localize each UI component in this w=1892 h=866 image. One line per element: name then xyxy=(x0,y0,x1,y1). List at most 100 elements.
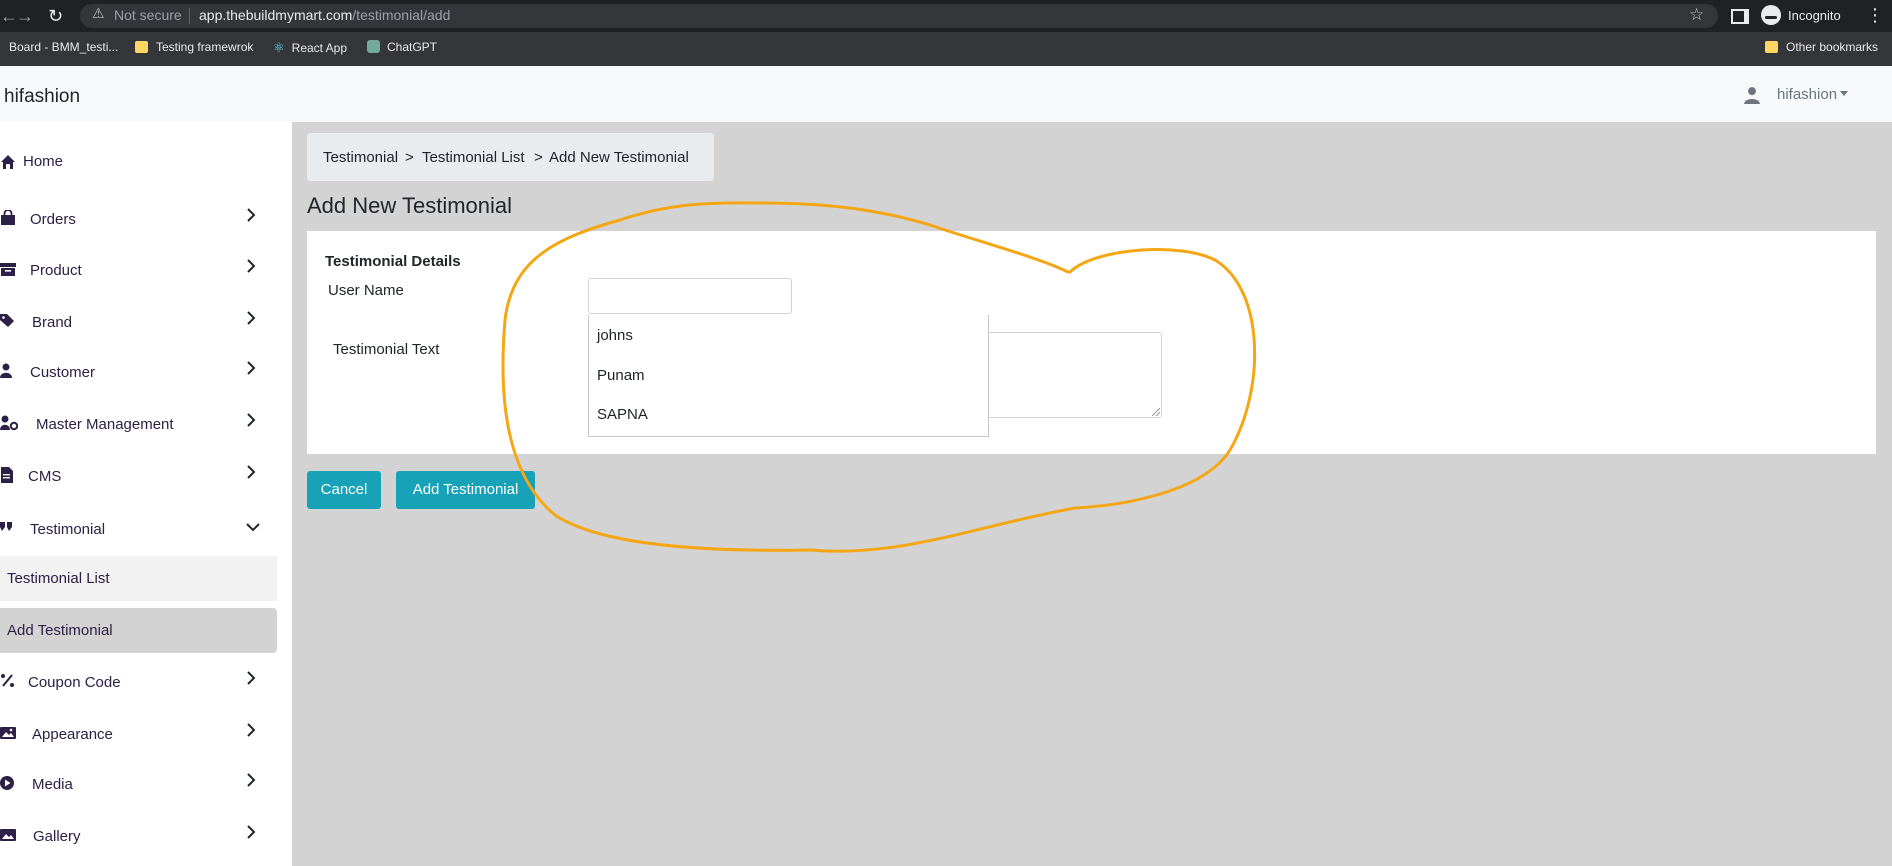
profile-label[interactable]: Incognito xyxy=(1788,8,1841,23)
sidebar-item-label: Product xyxy=(30,262,82,279)
bookmark-label: React App xyxy=(291,41,348,55)
bookmark-label: ChatGPT xyxy=(387,40,438,54)
browser-menu-icon[interactable]: ⋮ xyxy=(1866,5,1884,26)
bookmark-testing[interactable]: Testing framewrok xyxy=(135,40,253,54)
chevron-right-icon xyxy=(247,465,256,479)
sidebar-item-label: CMS xyxy=(28,468,62,485)
user-menu[interactable]: hifashion xyxy=(1777,86,1849,103)
address-divider xyxy=(189,8,190,24)
suggestion-item[interactable]: Punam xyxy=(597,367,645,384)
chevron-right-icon xyxy=(247,723,256,737)
user-name-label: User Name xyxy=(328,282,404,299)
sidebar-subitem-label: Add Testimonial xyxy=(7,622,113,639)
other-bookmarks[interactable]: Other bookmarks xyxy=(1765,40,1878,54)
sidebar-item-label: Media xyxy=(32,776,73,793)
card-title: Testimonial Details xyxy=(325,253,461,270)
home-icon xyxy=(1,155,15,169)
sidebar-item-media[interactable]: Media xyxy=(0,763,277,809)
bookmark-react-app[interactable]: ⚛ React App xyxy=(273,40,347,56)
sidebar-item-coupon-code[interactable]: Coupon Code xyxy=(0,661,277,707)
folder-icon xyxy=(135,41,148,53)
sidebar-item-label: Customer xyxy=(30,364,96,381)
sidebar-item-customer[interactable]: Customer xyxy=(0,351,277,397)
sidebar-subitem-testimonial-list[interactable]: Testimonial List xyxy=(0,556,277,601)
chevron-right-icon xyxy=(247,311,256,325)
url-text[interactable]: app.thebuildmymart.com/testimonial/add xyxy=(199,7,450,23)
star-icon[interactable]: ☆ xyxy=(1689,5,1704,25)
sidebar-item-brand[interactable]: Brand xyxy=(0,301,277,347)
chevron-right-icon xyxy=(247,259,256,273)
page-title: Add New Testimonial xyxy=(307,193,513,218)
caret-down-icon xyxy=(1840,91,1849,96)
warning-icon: ⚠ xyxy=(92,5,105,21)
sidebar-item-label: Master Management xyxy=(36,416,174,433)
user-cog-icon xyxy=(0,415,18,431)
sidebar-item-label: Orders xyxy=(30,211,76,228)
sidebar-item-label: Testimonial xyxy=(30,521,106,538)
sidebar-item-label: Brand xyxy=(32,314,73,331)
sidebar-item-label: Home xyxy=(23,153,64,170)
user-name: hifashion xyxy=(1777,86,1838,103)
security-label: Not secure xyxy=(114,7,182,23)
shopping-bag-icon xyxy=(1,210,15,225)
image-icon xyxy=(0,727,16,739)
suggestion-item[interactable]: johns xyxy=(597,327,633,344)
user-icon xyxy=(0,363,12,378)
sidebar-item-product[interactable]: Product xyxy=(0,249,277,295)
chevron-down-icon xyxy=(246,523,260,532)
suggestion-item[interactable]: SAPNA xyxy=(597,406,648,423)
bookmark-label: Board - BMM_testi... xyxy=(9,40,119,54)
breadcrumb-item-testimonial[interactable]: Testimonial xyxy=(323,149,398,166)
folder-icon xyxy=(1765,41,1778,53)
sidebar-item-gallery[interactable]: Gallery xyxy=(0,815,277,861)
chevron-right-icon xyxy=(247,208,256,222)
reload-icon[interactable]: ↻ xyxy=(48,6,63,27)
sidebar-item-master-management[interactable]: Master Management xyxy=(0,403,277,449)
images-icon xyxy=(0,829,16,841)
breadcrumb: Testimonial > Testimonial List > Add New… xyxy=(307,133,714,181)
breadcrumb-separator: > xyxy=(534,149,543,166)
sidebar-item-appearance[interactable]: Appearance xyxy=(0,713,277,759)
sidebar-subitem-add-testimonial[interactable]: Add Testimonial xyxy=(0,608,277,653)
url-host: app.thebuildmymart.com xyxy=(199,7,353,23)
add-testimonial-button[interactable]: Add Testimonial xyxy=(396,471,535,509)
chevron-right-icon xyxy=(247,413,256,427)
play-circle-icon xyxy=(0,776,14,790)
percent-icon xyxy=(1,674,14,687)
testimonial-text-input[interactable] xyxy=(965,332,1162,418)
chevron-right-icon xyxy=(247,671,256,685)
brand-name[interactable]: hifashion xyxy=(4,86,80,108)
breadcrumb-item-current: Add New Testimonial xyxy=(549,149,689,166)
chevron-right-icon xyxy=(247,773,256,787)
breadcrumb-item-testimonial-list[interactable]: Testimonial List xyxy=(422,149,525,166)
chevron-right-icon xyxy=(247,361,256,375)
bookmark-board[interactable]: Board - BMM_testi... xyxy=(9,40,118,54)
breadcrumb-separator: > xyxy=(405,149,414,166)
sidebar-item-orders[interactable]: Orders xyxy=(0,198,277,244)
sidebar-item-cms[interactable]: CMS xyxy=(0,455,277,501)
resize-handle-icon[interactable] xyxy=(1152,408,1160,416)
cancel-button[interactable]: Cancel xyxy=(307,471,381,509)
chevron-right-icon xyxy=(247,825,256,839)
chatgpt-icon xyxy=(367,40,380,53)
sidebar-item-home[interactable]: Home xyxy=(0,122,277,170)
file-icon xyxy=(1,467,13,483)
forward-icon[interactable]: → xyxy=(16,6,34,27)
incognito-icon xyxy=(1761,5,1781,25)
tags-icon xyxy=(0,314,14,327)
user-name-input[interactable] xyxy=(588,278,792,314)
sidebar: Home Orders Product Brand Customer Maste… xyxy=(0,122,292,866)
sidebar-item-testimonial[interactable]: Testimonial xyxy=(0,508,277,554)
bookmark-chatgpt[interactable]: ChatGPT xyxy=(367,40,437,54)
bookmark-label: Other bookmarks xyxy=(1786,40,1879,54)
testimonial-text-label: Testimonial Text xyxy=(333,341,440,358)
sidebar-item-label: Gallery xyxy=(33,828,81,845)
sidebar-item-label: Coupon Code xyxy=(28,674,121,691)
sidebar-subitem-label: Testimonial List xyxy=(7,570,110,587)
app-header xyxy=(0,66,1892,122)
bookmark-label: Testing framewrok xyxy=(156,40,254,54)
side-panel-icon[interactable] xyxy=(1731,9,1749,24)
user-suggestions-dropdown: johns Punam SAPNA xyxy=(588,315,989,437)
box-icon xyxy=(0,263,16,276)
react-icon: ⚛ xyxy=(273,40,285,55)
